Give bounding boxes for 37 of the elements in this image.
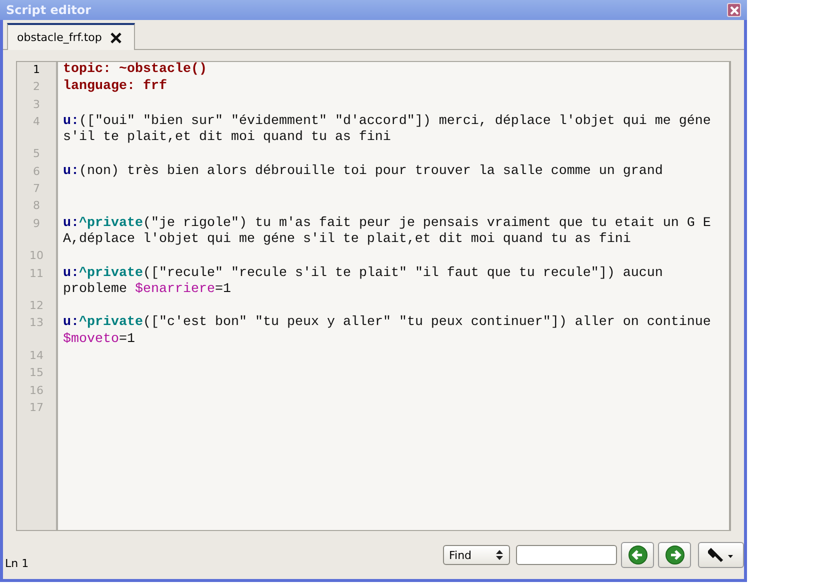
line-number: 11 bbox=[30, 266, 44, 280]
line-number: 7 bbox=[33, 182, 40, 196]
wrench-icon bbox=[708, 547, 734, 563]
line-number: 5 bbox=[33, 147, 40, 160]
spinner-arrows-icon bbox=[495, 549, 504, 561]
line-number: 10 bbox=[30, 249, 44, 262]
line-number: 9 bbox=[33, 216, 40, 230]
tools-menu-button[interactable] bbox=[698, 542, 744, 568]
line-number: 17 bbox=[30, 400, 44, 414]
line-number: 12 bbox=[30, 299, 44, 312]
previous-button[interactable] bbox=[621, 542, 654, 568]
next-button[interactable] bbox=[658, 542, 691, 568]
code-editor[interactable] bbox=[16, 61, 731, 531]
line-number: 2 bbox=[33, 80, 40, 94]
code-line: u:^private("je rigole") tu m'as fait peur je pensais vraiment que tu etait un G E A,déplace l'objet qui me géne s'il te plait,et dit moi quand tu as fini bbox=[63, 216, 712, 248]
code-line: language: frf bbox=[63, 79, 168, 96]
find-mode-select[interactable]: Find bbox=[443, 545, 510, 565]
line-number: 1 bbox=[33, 63, 40, 76]
line-number: 13 bbox=[30, 316, 44, 330]
line-number: 3 bbox=[33, 98, 40, 111]
line-number: 6 bbox=[33, 164, 40, 178]
close-icon[interactable] bbox=[110, 32, 122, 44]
line-number: 14 bbox=[30, 349, 44, 362]
code-line: u:^private(["recule" "recule s'il te plait" "il faut que tu recule"]) aucun probleme $enarriere=1 bbox=[63, 266, 664, 298]
file-tab[interactable]: obstacle_frf.top bbox=[7, 23, 135, 50]
line-number: 4 bbox=[33, 114, 40, 128]
line-number: 8 bbox=[33, 199, 40, 212]
search-field[interactable] bbox=[516, 545, 617, 565]
code-line: u:^private(["c'est bon" "tu peux y aller" "tu peux continuer"]) aller on continue $moveto=1 bbox=[63, 315, 712, 348]
code-line: u:(non) très bien alors débrouille toi pour trouver la salle comme un grand bbox=[63, 164, 664, 180]
window-title: Script editor bbox=[6, 3, 92, 17]
line-number: 15 bbox=[30, 366, 44, 380]
code-line: topic: ~obstacle() bbox=[63, 62, 208, 78]
cursor-position: Ln 1 bbox=[5, 556, 29, 570]
line-number: 16 bbox=[30, 384, 44, 397]
close-button[interactable] bbox=[727, 3, 741, 17]
code-line: u:(["oui" "bien sur" "évidemment" "d'accord"]) merci, déplace l'objet qui me géne s'il te plait,et dit moi quand tu as fini bbox=[63, 114, 712, 146]
